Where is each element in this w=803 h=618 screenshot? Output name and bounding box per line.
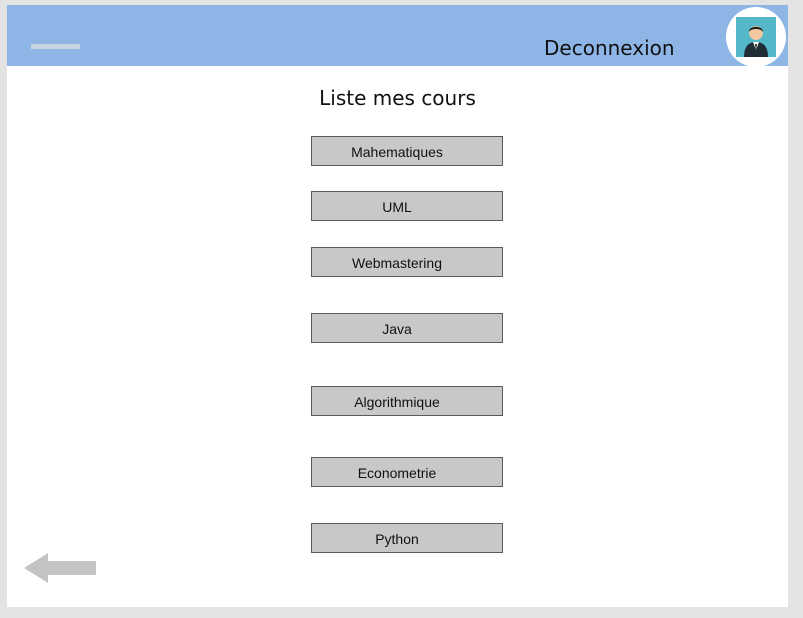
page-title: Liste mes cours (319, 86, 476, 110)
course-button-mahematiques[interactable]: Mahematiques (311, 136, 503, 166)
course-button-algorithmique[interactable]: Algorithmique (311, 386, 503, 416)
course-button-python[interactable]: Python (311, 523, 503, 553)
course-button-java[interactable]: Java (311, 313, 503, 343)
course-label: Algorithmique (354, 394, 440, 410)
user-avatar-icon (736, 17, 776, 57)
course-label: Econometrie (357, 465, 437, 481)
course-button-econometrie[interactable]: Econometrie (311, 457, 503, 487)
user-avatar[interactable] (726, 7, 786, 67)
app-window: Deconnexion Liste mes cours Mahematiques… (7, 5, 788, 607)
menu-bar-icon[interactable] (31, 44, 80, 49)
course-label: Java (382, 321, 412, 337)
top-header: Deconnexion (7, 5, 788, 67)
logout-link[interactable]: Deconnexion (544, 36, 675, 60)
person-icon (744, 26, 768, 57)
course-label: Mahematiques (351, 144, 443, 160)
course-label: Python (375, 531, 419, 547)
course-button-webmastering[interactable]: Webmastering (311, 247, 503, 277)
course-label: Webmastering (351, 255, 442, 271)
back-button[interactable] (24, 553, 96, 583)
course-button-uml[interactable]: UML (311, 191, 503, 221)
back-arrow-icon (24, 553, 96, 583)
course-label: UML (382, 199, 412, 215)
